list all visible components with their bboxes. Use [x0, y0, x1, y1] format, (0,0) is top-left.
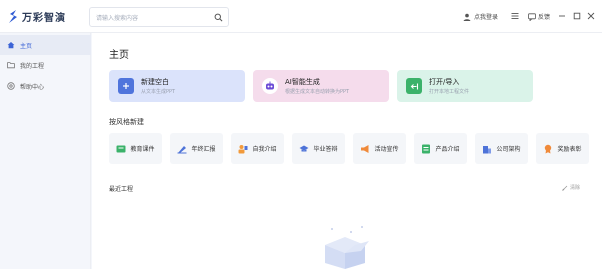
style-award-button[interactable]: 奖励表彰 [536, 133, 589, 164]
graduation-icon [299, 145, 309, 151]
style-product-intro-button[interactable]: 产品介绍 [414, 133, 467, 164]
plus-icon [118, 78, 134, 94]
sidebar: 主页 我的工程 帮助中心 [0, 33, 91, 269]
building-icon [483, 145, 492, 153]
help-icon [7, 82, 15, 90]
card-subtitle: 从文本生成PPT [141, 89, 176, 95]
style-company-structure-button[interactable]: 公司架构 [475, 133, 528, 164]
logo-icon [9, 10, 17, 23]
sidebar-item-label: 帮助中心 [20, 83, 45, 91]
sidebar-item-home[interactable]: 主页 [0, 35, 91, 55]
style-label: 活动宣传 [374, 146, 399, 153]
style-self-intro-button[interactable]: 自我介绍 [231, 133, 284, 164]
megaphone-icon [361, 144, 369, 153]
folder-icon [7, 62, 15, 69]
app-title: 万彩智演 [22, 13, 66, 24]
style-label: 奖励表彰 [557, 146, 582, 153]
sidebar-item-help[interactable]: 帮助中心 [0, 76, 91, 96]
new-blank-card[interactable]: 新建空白 从文本生成PPT [109, 70, 245, 102]
menu-icon[interactable] [511, 12, 519, 20]
login-label: 点我登录 [474, 14, 499, 21]
sidebar-item-my-projects[interactable]: 我的工程 [0, 55, 91, 75]
sidebar-item-label: 主页 [20, 42, 33, 50]
education-icon [116, 145, 126, 152]
top-bar: 万彩智演 请输入搜索内容 点我登录 反馈 [0, 0, 602, 33]
card-title: AI智能生成 [285, 78, 320, 86]
style-label: 教育课件 [130, 146, 155, 153]
login-button[interactable]: 点我登录 [463, 12, 498, 21]
clear-button[interactable]: 清除 [562, 184, 580, 191]
feedback-label: 反馈 [538, 14, 551, 21]
import-icon [406, 78, 422, 94]
maximize-icon[interactable] [573, 12, 581, 20]
recent-projects-title: 最近工程 [109, 186, 134, 193]
style-label: 毕业答辩 [313, 146, 338, 153]
style-year-end-report-button[interactable]: 年终汇报 [170, 133, 223, 164]
card-subtitle: 根据生成文本自动转换为PPT [285, 89, 350, 95]
card-title: 新建空白 [141, 78, 169, 86]
brush-icon [562, 185, 568, 191]
robot-icon [262, 78, 278, 94]
style-section-title: 按风格新建 [109, 118, 144, 126]
home-icon [7, 42, 15, 49]
user-icon [463, 13, 471, 21]
intro-icon [238, 144, 248, 153]
feedback-icon [528, 12, 536, 21]
feedback-button[interactable]: 反馈 [528, 12, 550, 21]
close-icon[interactable] [587, 12, 595, 20]
style-label: 自我介绍 [252, 146, 277, 153]
card-subtitle: 打开本地工程文件 [429, 89, 470, 95]
sidebar-item-label: 我的工程 [20, 62, 45, 70]
main-content: 主页 新建空白 从文本生成PPT AI智能生成 根据生成文本自动转换为PPT 打 [92, 33, 602, 269]
product-icon [422, 144, 431, 153]
style-graduation-button[interactable]: 毕业答辩 [292, 133, 345, 164]
style-label: 年终汇报 [191, 146, 216, 153]
clear-label: 清除 [570, 185, 581, 191]
empty-box-illustration [325, 226, 369, 269]
report-icon [177, 145, 187, 153]
page-title: 主页 [109, 50, 129, 61]
minimize-icon[interactable] [558, 12, 566, 20]
ai-generate-card[interactable]: AI智能生成 根据生成文本自动转换为PPT [253, 70, 389, 102]
style-education-button[interactable]: 教育课件 [109, 133, 162, 164]
open-import-card[interactable]: 打开/导入 打开本地工程文件 [397, 70, 533, 102]
search-input[interactable]: 请输入搜索内容 [89, 7, 229, 27]
search-placeholder: 请输入搜索内容 [96, 15, 139, 22]
app-logo: 万彩智演 [8, 9, 66, 24]
style-label: 产品介绍 [435, 146, 460, 153]
search-icon[interactable] [214, 13, 223, 22]
award-icon [545, 144, 552, 153]
style-label: 公司架构 [496, 146, 521, 153]
style-event-promo-button[interactable]: 活动宣传 [353, 133, 406, 164]
card-title: 打开/导入 [429, 78, 460, 86]
